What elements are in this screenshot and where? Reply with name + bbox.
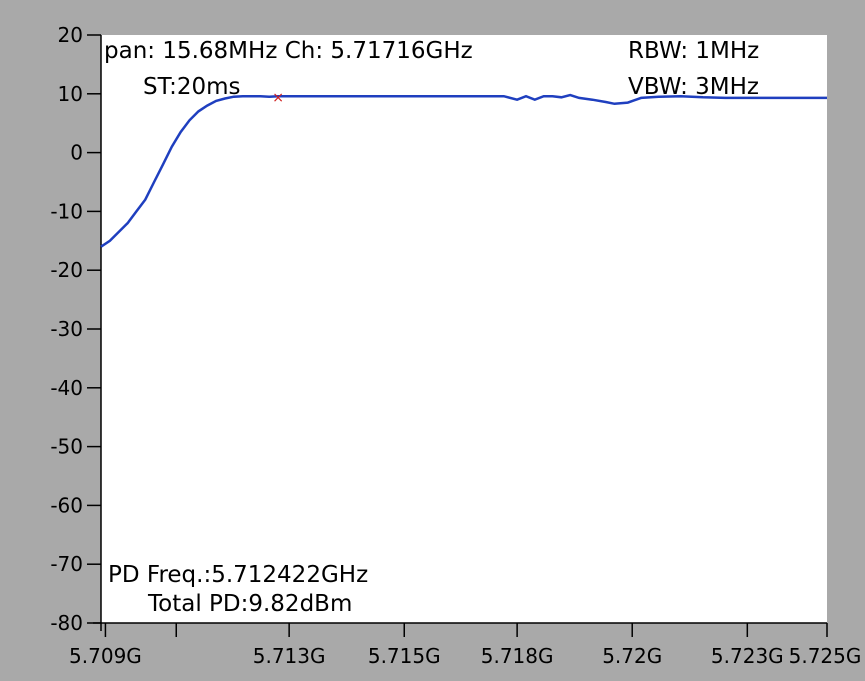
y-tick-label: -70	[50, 552, 83, 576]
x-tick-label: 5.718G	[481, 644, 554, 668]
y-tick-label: -80	[50, 611, 83, 635]
y-tick-label: -10	[50, 199, 83, 223]
x-tick-label: 5.723G	[711, 644, 784, 668]
y-tick-label: -40	[50, 376, 83, 400]
x-tick-label: 5.713G	[253, 644, 326, 668]
spectrum-analyzer-panel: 20 10 0 -10 -20 -30 -40 -50 -60 -70 -80 5.709G 5.71…	[0, 0, 865, 681]
y-tick-label: 20	[58, 23, 83, 47]
y-tick-label: -30	[50, 317, 83, 341]
y-tick-label: -60	[50, 493, 83, 517]
x-tick-label: 5.709G	[69, 644, 142, 668]
y-tick-label: 10	[58, 82, 83, 106]
sweep-time-label: ST:20ms	[143, 74, 241, 100]
rbw-label: RBW: 1MHz	[628, 38, 759, 64]
y-tick-label: -50	[50, 435, 83, 459]
y-tick-label: 0	[70, 141, 83, 165]
span-channel-label: pan: 15.68MHz Ch: 5.71716GHz	[104, 38, 473, 64]
x-tick-label: 5.715G	[368, 644, 441, 668]
plot-area	[101, 35, 827, 623]
x-axis: 5.709G 5.713G 5.715G 5.718G 5.72G 5.723G 5.725…	[69, 622, 862, 668]
pd-frequency-label: PD Freq.:5.712422GHz	[108, 562, 368, 588]
peak-marker: ×	[272, 90, 284, 106]
total-power-label: Total PD:9.82dBm	[147, 591, 352, 617]
y-tick-label: -20	[50, 258, 83, 282]
x-tick-label: 5.72G	[602, 644, 662, 668]
vbw-label: VBW: 3MHz	[628, 74, 759, 100]
y-axis: 20 10 0 -10 -20 -30 -40 -50 -60 -70 -80	[50, 23, 102, 635]
x-tick-label: 5.725G	[789, 644, 862, 668]
spectrum-chart: 20 10 0 -10 -20 -30 -40 -50 -60 -70 -80 5.709G 5.71…	[50, 23, 862, 668]
